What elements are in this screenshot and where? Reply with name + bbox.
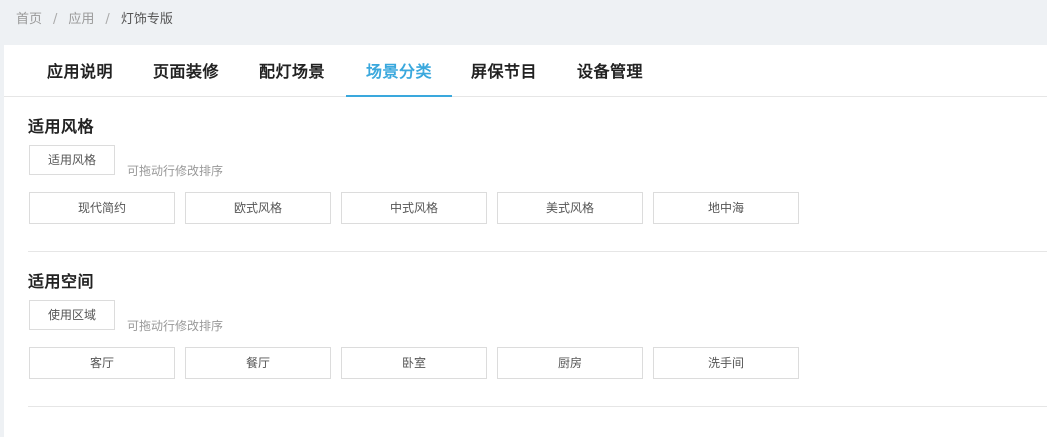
chip-bathroom[interactable]: 洗手间 [653,347,799,379]
breadcrumb-current: 灯饰专版 [120,12,173,27]
tab-screensaver-programs[interactable]: 屏保节目 [454,45,554,96]
chip-chinese-style[interactable]: 中式风格 [341,192,487,224]
breadcrumb-separator: / [53,12,58,27]
drag-sort-hint: 可拖动行修改排序 [127,319,224,333]
breadcrumb-apps[interactable]: 应用 [68,12,94,27]
section-divider [28,251,1047,252]
chip-dining-room[interactable]: 餐厅 [185,347,331,379]
chip-american-style[interactable]: 美式风格 [497,192,643,224]
area-label-button[interactable]: 使用区域 [29,300,115,330]
style-label-button[interactable]: 适用风格 [29,145,115,175]
tab-device-management[interactable]: 设备管理 [560,45,660,96]
chip-modern-minimal[interactable]: 现代简约 [29,192,175,224]
chip-bedroom[interactable]: 卧室 [341,347,487,379]
chip-kitchen[interactable]: 厨房 [497,347,643,379]
breadcrumb-home[interactable]: 首页 [16,12,42,27]
tab-page-decoration[interactable]: 页面装修 [136,45,236,96]
section-divider [28,406,1047,407]
tab-app-description[interactable]: 应用说明 [30,45,130,96]
drag-sort-hint: 可拖动行修改排序 [127,164,224,178]
tab-lighting-scenes[interactable]: 配灯场景 [242,45,342,96]
content-panel: 应用说明 页面装修 配灯场景 场景分类 屏保节目 设备管理 适用风格 适用风格 … [4,45,1047,437]
section-title-style: 适用风格 [28,117,95,136]
breadcrumb-separator: / [105,12,110,27]
tab-bar: 应用说明 页面装修 配灯场景 场景分类 屏保节目 设备管理 [4,45,1047,97]
breadcrumb: 首页 / 应用 / 灯饰专版 [16,11,173,29]
tab-scene-categories[interactable]: 场景分类 [346,45,452,97]
chip-european-style[interactable]: 欧式风格 [185,192,331,224]
chip-living-room[interactable]: 客厅 [29,347,175,379]
section-title-space: 适用空间 [28,272,95,291]
chip-mediterranean[interactable]: 地中海 [653,192,799,224]
